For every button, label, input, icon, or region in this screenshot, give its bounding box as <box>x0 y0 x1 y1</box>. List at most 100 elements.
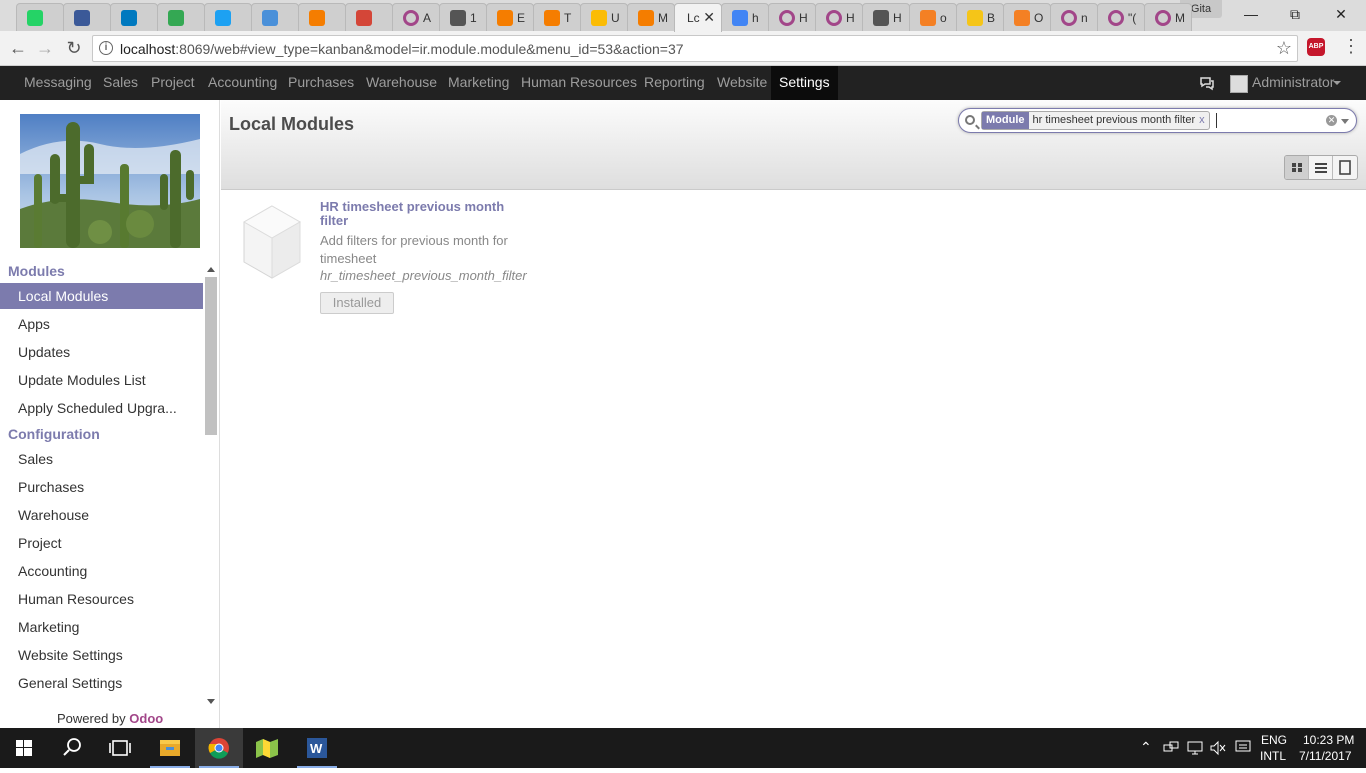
topmenu-item-warehouse[interactable]: Warehouse <box>366 66 437 100</box>
scroll-up-arrow[interactable] <box>207 267 215 272</box>
address-bar[interactable]: i localhost:8069/web#view_type=kanban&mo… <box>92 35 1298 62</box>
minimize-icon[interactable]: — <box>1228 3 1274 25</box>
sidebar-item-updates[interactable]: Updates <box>0 339 203 365</box>
network-icon[interactable] <box>1163 740 1179 756</box>
browser-tab[interactable]: "( <box>1097 3 1145 31</box>
browser-tab[interactable] <box>204 3 252 31</box>
module-card[interactable]: HR timesheet previous month filter Add f… <box>237 196 537 316</box>
sidebar-item-purchases[interactable]: Purchases <box>0 474 203 500</box>
sidebar-item-marketing[interactable]: Marketing <box>0 614 203 640</box>
keyboard-layout[interactable]: INTL <box>1260 749 1286 763</box>
list-view-button[interactable] <box>1309 156 1333 179</box>
module-name[interactable]: HR timesheet previous month filter <box>320 200 530 228</box>
facet-remove-icon[interactable]: x <box>1199 112 1209 129</box>
browser-menu-icon[interactable]: ⋮ <box>1342 36 1360 57</box>
browser-tab[interactable]: E <box>486 3 534 31</box>
browser-tab[interactable] <box>157 3 205 31</box>
sidebar-item-project[interactable]: Project <box>0 530 203 556</box>
topmenu-item-settings[interactable]: Settings <box>771 66 838 100</box>
sidebar-item-general-settings[interactable]: General Settings <box>0 670 203 696</box>
input-language[interactable]: ENG <box>1261 733 1287 747</box>
sidebar-item-website-settings[interactable]: Website Settings <box>0 642 203 668</box>
avatar[interactable] <box>1230 75 1248 93</box>
start-button[interactable] <box>0 728 48 768</box>
chrome-button[interactable] <box>195 728 243 768</box>
browser-tab[interactable] <box>63 3 111 31</box>
browser-tab[interactable]: o <box>909 3 957 31</box>
sidebar-item-warehouse[interactable]: Warehouse <box>0 502 203 528</box>
search-taskbar-button[interactable] <box>48 728 96 768</box>
browser-tab[interactable]: H <box>768 3 816 31</box>
browser-tab[interactable]: M <box>627 3 675 31</box>
form-view-button[interactable] <box>1333 156 1357 179</box>
browser-tab[interactable]: 1 <box>439 3 487 31</box>
browser-tab[interactable]: A <box>392 3 440 31</box>
tray-chevron-icon[interactable]: ⌃ <box>1140 739 1152 756</box>
maps-button[interactable] <box>243 728 291 768</box>
back-icon[interactable]: ← <box>6 37 30 59</box>
url-text[interactable]: localhost:8069/web#view_type=kanban&mode… <box>120 41 684 57</box>
browser-tab[interactable]: U <box>580 3 628 31</box>
search-input[interactable]: Module hr timesheet previous month filter… <box>958 108 1357 133</box>
search-options-icon[interactable] <box>1341 119 1349 124</box>
keyboard-icon[interactable] <box>1235 739 1251 755</box>
browser-tab[interactable] <box>251 3 299 31</box>
volume-muted-icon[interactable] <box>1210 740 1226 756</box>
browser-tab[interactable]: H <box>862 3 910 31</box>
scroll-down-arrow[interactable] <box>207 699 215 704</box>
topmenu-item-marketing[interactable]: Marketing <box>448 66 509 100</box>
topmenu-item-reporting[interactable]: Reporting <box>644 66 705 100</box>
chevron-down-icon[interactable] <box>1333 81 1341 85</box>
browser-tab[interactable]: H <box>815 3 863 31</box>
user-menu[interactable]: Administrator <box>1252 74 1334 90</box>
adblock-icon[interactable]: ABP <box>1307 38 1325 56</box>
windows-taskbar: W ⌃ ENG INTL 10:23 PM 7/11/2017 <box>0 728 1366 768</box>
sidebar-item-sales[interactable]: Sales <box>0 446 203 472</box>
odoo-link[interactable]: Odoo <box>129 711 163 726</box>
tab-title: M <box>658 11 668 25</box>
browser-tab[interactable]: h <box>721 3 769 31</box>
browser-tab[interactable] <box>16 3 64 31</box>
topmenu-item-accounting[interactable]: Accounting <box>208 66 277 100</box>
browser-tab[interactable]: T <box>533 3 581 31</box>
bookmark-star-icon[interactable]: ☆ <box>1276 38 1292 59</box>
sidebar-item-update-modules-list[interactable]: Update Modules List <box>0 367 203 393</box>
browser-tab[interactable]: Lc ✕ <box>674 3 722 32</box>
browser-tab[interactable]: n <box>1050 3 1098 31</box>
clock-time[interactable]: 10:23 PM <box>1303 733 1354 747</box>
browser-tab[interactable]: M <box>1144 3 1192 31</box>
clear-search-icon[interactable]: ✕ <box>1326 115 1337 126</box>
forward-icon[interactable]: → <box>33 37 57 59</box>
close-tab-icon[interactable]: ✕ <box>703 9 715 26</box>
topmenu-item-sales[interactable]: Sales <box>103 66 138 100</box>
chat-icon[interactable] <box>1199 75 1215 91</box>
topmenu-item-project[interactable]: Project <box>151 66 195 100</box>
sidebar-item-human-resources[interactable]: Human Resources <box>0 586 203 612</box>
info-icon[interactable]: i <box>99 41 113 55</box>
clock-date[interactable]: 7/11/2017 <box>1299 749 1352 763</box>
topmenu-item-purchases[interactable]: Purchases <box>288 66 354 100</box>
browser-tab[interactable] <box>298 3 346 31</box>
sidebar-item-apply-scheduled-upgra[interactable]: Apply Scheduled Upgra... <box>0 395 203 421</box>
odoo-icon <box>1155 10 1171 26</box>
file-explorer-button[interactable] <box>146 728 194 768</box>
sidebar-item-local-modules[interactable]: Local Modules <box>0 283 203 309</box>
installed-button[interactable]: Installed <box>320 292 394 314</box>
topmenu-item-messaging[interactable]: Messaging <box>24 66 92 100</box>
topmenu-item-human-resources[interactable]: Human Resources <box>521 66 637 100</box>
task-view-button[interactable] <box>96 728 144 768</box>
kanban-view-button[interactable] <box>1285 156 1309 179</box>
sidebar-item-apps[interactable]: Apps <box>0 311 203 337</box>
browser-tab[interactable] <box>110 3 158 31</box>
browser-tab[interactable]: B <box>956 3 1004 31</box>
browser-tab[interactable]: O <box>1003 3 1051 31</box>
sidebar-item-accounting[interactable]: Accounting <box>0 558 203 584</box>
display-icon[interactable] <box>1187 740 1203 756</box>
browser-tab[interactable] <box>345 3 393 31</box>
reload-icon[interactable]: ↻ <box>62 37 86 59</box>
sidebar-scrollbar[interactable] <box>205 277 217 435</box>
topmenu-item-website[interactable]: Website <box>717 66 767 100</box>
word-button[interactable]: W <box>293 728 341 768</box>
restore-icon[interactable]: ⧉ <box>1272 3 1318 25</box>
close-window-icon[interactable]: ✕ <box>1318 3 1364 25</box>
